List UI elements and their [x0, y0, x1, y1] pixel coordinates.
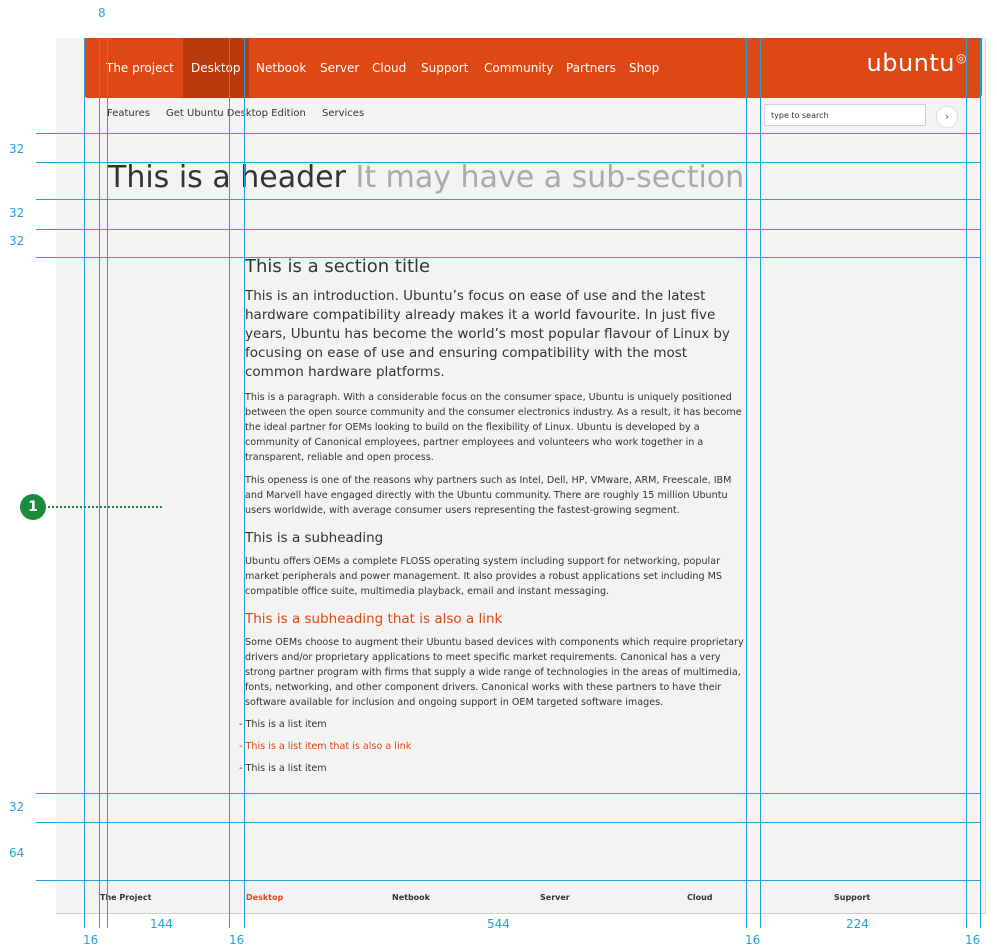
list-item: - This is a list item	[239, 763, 327, 774]
grid-guide-line	[36, 229, 980, 230]
grid-guide-line	[229, 38, 230, 928]
search-input[interactable]: type to search	[764, 104, 926, 126]
main-content: This is a section title This is an intro…	[239, 256, 745, 784]
measurement-label-bottom: 16	[745, 933, 761, 947]
measurement-label-left: 32	[9, 206, 25, 220]
measurement-label-left: 64	[9, 846, 25, 860]
logo-text: ubuntu	[866, 49, 956, 77]
grid-guide-line	[36, 162, 980, 163]
grid-guide-line	[760, 38, 761, 928]
measurement-label-bottom: 16	[965, 933, 981, 947]
ubuntu-logo[interactable]: ubuntu◎	[867, 49, 967, 77]
grid-guide-line	[980, 38, 981, 928]
measurement-label-top: 8	[98, 6, 106, 20]
subheading: This is a subheading	[245, 530, 384, 546]
footer-link-netbook[interactable]: Netbook	[392, 893, 430, 902]
measurement-label-bottom: 16	[229, 933, 245, 947]
list-item: - This is a list item	[239, 719, 327, 730]
grid-guide-line	[36, 257, 980, 258]
annotation-marker: 1	[20, 494, 46, 520]
paragraph-3: Ubuntu offers OEMs a complete FLOSS oper…	[245, 556, 722, 597]
footer-link-server[interactable]: Server	[540, 893, 570, 902]
grid-guide-line	[36, 880, 980, 881]
paragraph-4: Some OEMs choose to augment their Ubuntu…	[245, 637, 744, 708]
grid-guide-line	[36, 822, 980, 823]
grid-guide-line	[36, 133, 980, 134]
subheading-link[interactable]: This is a subheading that is also a link	[245, 611, 745, 627]
grid-guide-line	[746, 38, 747, 928]
nav-item-support[interactable]: Support	[421, 38, 468, 98]
section-title: This is a section title	[245, 256, 431, 277]
list-item-link[interactable]: - This is a list item that is also a lin…	[239, 740, 745, 754]
subnav-item-services[interactable]: Services	[322, 108, 364, 119]
measurement-label-bottom: 224	[846, 917, 869, 931]
page-header: This is a header It may have a sub-secti…	[108, 160, 744, 195]
nav-item-shop[interactable]: Shop	[629, 38, 659, 98]
subnav-item-features[interactable]: Features	[107, 108, 150, 119]
annotation-leader-line	[48, 506, 162, 508]
measurement-label-left: 32	[9, 142, 25, 156]
grid-guide-line	[84, 38, 85, 928]
intro-paragraph: This is an introduction. Ubuntu’s focus …	[245, 288, 730, 380]
nav-item-desktop[interactable]: Desktop	[183, 38, 249, 98]
search-submit-button[interactable]: ›	[936, 106, 958, 128]
footer-link-desktop[interactable]: Desktop	[246, 893, 283, 902]
paragraph-1: This is a paragraph. With a considerable…	[245, 392, 742, 463]
paragraph-2: This openess is one of the reasons why p…	[245, 475, 732, 516]
measurement-label-left: 32	[9, 800, 25, 814]
grid-guide-line	[244, 38, 245, 928]
nav-item-netbook[interactable]: Netbook	[256, 38, 306, 98]
header-title: This is a header	[108, 160, 346, 195]
measurement-label-bottom: 544	[487, 917, 510, 931]
subnav-item-get-ubuntu[interactable]: Get Ubuntu Desktop Edition	[166, 108, 306, 119]
grid-guide-line	[36, 199, 980, 200]
measurement-label-bottom: 144	[150, 917, 173, 931]
footer-link-cloud[interactable]: Cloud	[687, 893, 713, 902]
footer-link-support[interactable]: Support	[834, 893, 870, 902]
measurement-label-bottom: 16	[83, 933, 99, 947]
grid-guide-line	[99, 38, 100, 928]
header-subtitle: It may have a sub-section	[355, 160, 745, 195]
nav-item-partners[interactable]: Partners	[566, 38, 616, 98]
nav-item-community[interactable]: Community	[484, 38, 553, 98]
grid-guide-line	[966, 38, 967, 928]
grid-guide-line	[107, 38, 108, 928]
top-navigation-bar: The project Desktop Netbook Server Cloud…	[84, 38, 982, 98]
nav-item-cloud[interactable]: Cloud	[372, 38, 406, 98]
measurement-label-left: 32	[9, 234, 25, 248]
grid-guide-line	[36, 793, 980, 794]
nav-item-the-project[interactable]: The project	[106, 38, 174, 98]
nav-item-server[interactable]: Server	[320, 38, 359, 98]
